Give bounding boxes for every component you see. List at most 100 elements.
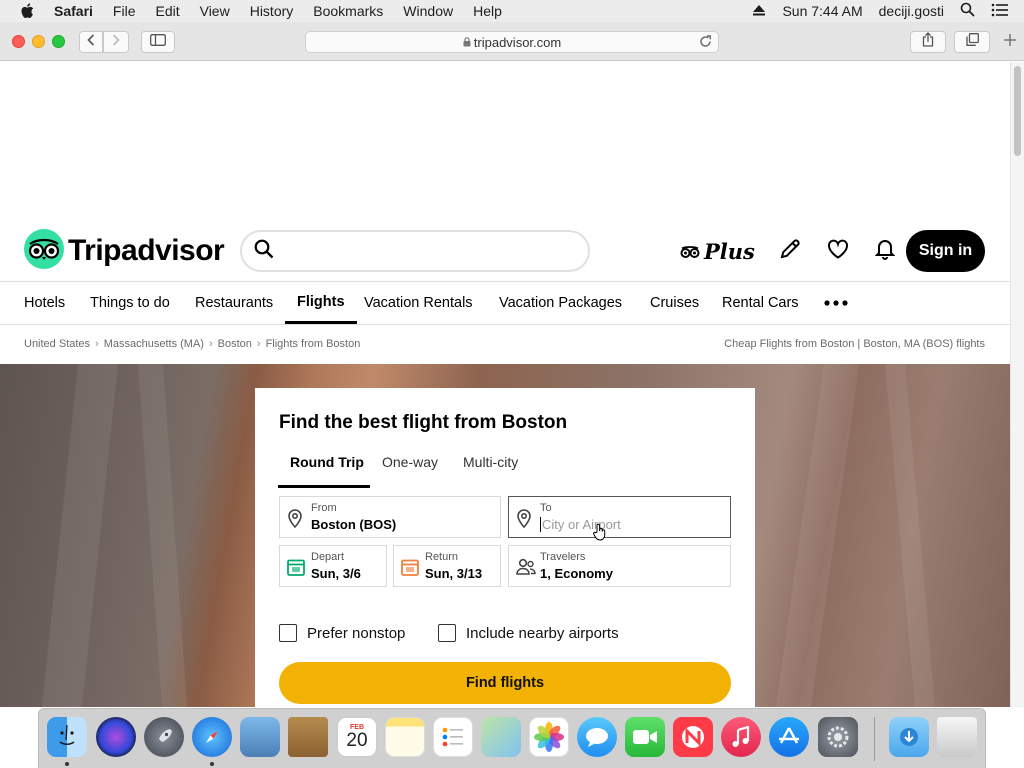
- menu-view[interactable]: View: [200, 3, 230, 19]
- menu-history[interactable]: History: [250, 3, 294, 19]
- travelers-value: 1, Economy: [540, 566, 613, 581]
- scrollbar-thumb[interactable]: [1014, 66, 1021, 156]
- depart-value: Sun, 3/6: [311, 566, 361, 581]
- zoom-window-button[interactable]: [52, 35, 65, 48]
- eject-icon[interactable]: [752, 3, 766, 19]
- checkbox-box[interactable]: [438, 624, 456, 642]
- apple-icon[interactable]: [20, 0, 38, 22]
- nav-restaurants[interactable]: Restaurants: [195, 282, 273, 324]
- heart-icon[interactable]: [827, 239, 849, 264]
- photos-icon[interactable]: [529, 717, 569, 757]
- menu-user[interactable]: deciji.gosti: [879, 3, 944, 19]
- calendar-day: 20: [346, 729, 368, 751]
- nav-vacation-packages[interactable]: Vacation Packages: [499, 282, 622, 324]
- close-window-button[interactable]: [12, 35, 25, 48]
- forward-button[interactable]: [103, 31, 129, 53]
- trash-icon[interactable]: [937, 717, 977, 757]
- tab-one-way[interactable]: One-way: [382, 454, 438, 470]
- minimize-window-button[interactable]: [32, 35, 45, 48]
- category-nav: Hotels Things to do Restaurants Flights …: [0, 281, 1010, 325]
- messages-icon[interactable]: [577, 717, 617, 757]
- nav-hotels[interactable]: Hotels: [24, 282, 65, 324]
- flight-search-title: Find the best flight from Boston: [279, 412, 568, 433]
- downloads-folder-icon[interactable]: [889, 717, 929, 757]
- app-store-icon[interactable]: [769, 717, 809, 757]
- menu-window[interactable]: Window: [403, 3, 453, 19]
- menu-clock[interactable]: Sun 7:44 AM: [782, 3, 862, 19]
- notification-center-icon[interactable]: [991, 3, 1008, 20]
- depart-label: Depart: [311, 551, 345, 563]
- launchpad-icon[interactable]: [144, 717, 184, 757]
- tab-multi-city[interactable]: Multi-city: [463, 454, 518, 470]
- nav-rental-cars[interactable]: Rental Cars: [722, 282, 799, 324]
- logo-text: Tripadvisor: [68, 234, 225, 267]
- site-search-input[interactable]: [240, 230, 590, 272]
- tab-round-trip[interactable]: Round Trip: [290, 454, 364, 470]
- news-icon[interactable]: [673, 717, 713, 757]
- return-date-field[interactable]: Return Sun, 3/13: [393, 545, 501, 587]
- breadcrumb-boston[interactable]: Boston: [218, 338, 252, 350]
- to-label: To: [540, 502, 552, 514]
- active-tab-indicator: [278, 485, 370, 488]
- system-preferences-icon[interactable]: [818, 717, 858, 757]
- new-tab-icon[interactable]: [1003, 33, 1017, 52]
- include-nearby-airports-checkbox[interactable]: Include nearby airports: [438, 624, 619, 642]
- preview-icon[interactable]: [240, 717, 280, 757]
- tripadvisor-plus-link[interactable]: Plus: [680, 239, 755, 264]
- travelers-field[interactable]: Travelers 1, Economy: [508, 545, 731, 587]
- reload-icon[interactable]: [699, 35, 712, 51]
- nav-vacation-rentals[interactable]: Vacation Rentals: [364, 282, 473, 324]
- pencil-icon[interactable]: [779, 238, 801, 265]
- maps-icon[interactable]: [481, 717, 521, 757]
- contacts-icon[interactable]: [288, 717, 328, 757]
- browser-toolbar: tripadvisor.com: [0, 22, 1024, 61]
- travelers-label: Travelers: [540, 551, 586, 563]
- menu-bar-status: Sun 7:44 AM deciji.gosti: [752, 0, 1024, 22]
- address-bar[interactable]: tripadvisor.com: [305, 31, 719, 53]
- menu-bar: Safari File Edit View History Bookmarks …: [0, 0, 1024, 22]
- breadcrumb-united-states[interactable]: United States: [24, 338, 90, 350]
- lock-icon: [463, 35, 471, 50]
- back-button[interactable]: [79, 31, 103, 53]
- menu-edit[interactable]: Edit: [155, 3, 179, 19]
- nav-things-to-do[interactable]: Things to do: [90, 282, 170, 324]
- flight-search-card: Find the best flight from Boston Round T…: [255, 388, 755, 707]
- to-field[interactable]: To City or Airport: [508, 496, 731, 541]
- music-icon[interactable]: [721, 717, 761, 757]
- return-label: Return: [425, 551, 459, 563]
- reminders-icon[interactable]: [433, 717, 473, 757]
- menu-bookmarks[interactable]: Bookmarks: [313, 3, 383, 19]
- tabs-overview-button[interactable]: [954, 31, 990, 53]
- share-icon: [922, 32, 934, 52]
- tripadvisor-logo[interactable]: Tripadvisor: [24, 228, 225, 271]
- bell-icon[interactable]: [874, 238, 896, 265]
- notes-icon[interactable]: [385, 717, 425, 757]
- finder-icon[interactable]: [47, 717, 87, 757]
- prefer-nonstop-checkbox[interactable]: Prefer nonstop: [279, 624, 405, 642]
- from-value: Boston (BOS): [311, 517, 397, 532]
- checkbox-box[interactable]: [279, 624, 297, 642]
- page-scrollbar[interactable]: [1010, 62, 1024, 707]
- sidebar-toggle-button[interactable]: [141, 31, 175, 53]
- nav-cruises[interactable]: Cruises: [650, 282, 699, 324]
- find-flights-button[interactable]: Find flights: [279, 662, 731, 704]
- more-options-icon[interactable]: [824, 282, 848, 324]
- from-field[interactable]: From Boston (BOS): [279, 496, 501, 538]
- spotlight-icon[interactable]: [960, 2, 975, 20]
- menu-help[interactable]: Help: [473, 3, 502, 19]
- facetime-icon[interactable]: [625, 717, 665, 757]
- sign-in-button[interactable]: Sign in: [906, 230, 985, 272]
- menu-file[interactable]: File: [113, 3, 136, 19]
- breadcrumb-massachusetts[interactable]: Massachusetts (MA): [104, 338, 204, 350]
- share-button[interactable]: [910, 31, 946, 53]
- breadcrumb-flights-from-boston: Flights from Boston: [265, 338, 361, 350]
- nav-flights[interactable]: Flights: [285, 282, 357, 324]
- sidebar-icon: [150, 33, 166, 51]
- menu-app-safari[interactable]: Safari: [54, 3, 93, 19]
- depart-date-field[interactable]: Depart Sun, 3/6: [279, 545, 387, 587]
- siri-icon[interactable]: [96, 717, 136, 757]
- safari-icon[interactable]: [192, 717, 232, 757]
- calendar-icon[interactable]: FEB 20: [337, 717, 377, 757]
- dock-separator: [874, 717, 875, 761]
- web-content: Tripadvisor Plus Sign in Hotels Things t…: [0, 62, 1010, 707]
